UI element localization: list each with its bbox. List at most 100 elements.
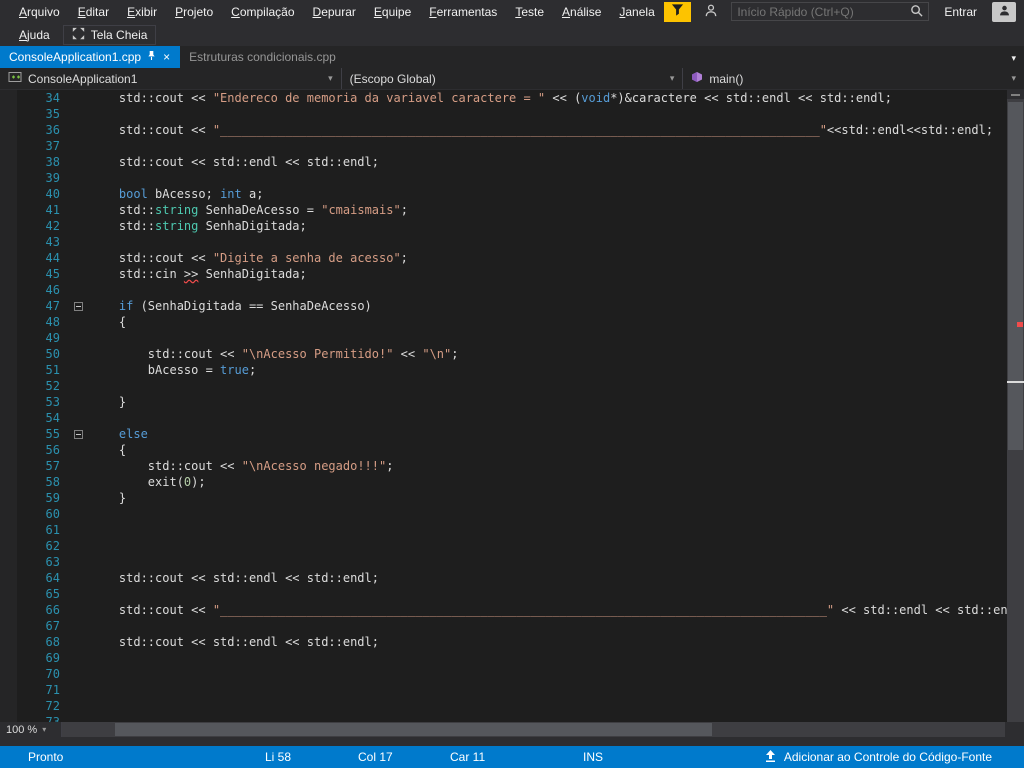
menu-item-analise[interactable]: Análise bbox=[553, 2, 610, 22]
fold-margin bbox=[66, 138, 90, 154]
code-line[interactable]: 45 std::cin >> SenhaDigitada; bbox=[0, 266, 1024, 282]
code-line[interactable]: 59 } bbox=[0, 490, 1024, 506]
fold-margin bbox=[66, 554, 90, 570]
menu-item-editar[interactable]: Editar bbox=[69, 2, 118, 22]
code-line[interactable]: 72 bbox=[0, 698, 1024, 714]
code-line[interactable]: 46 bbox=[0, 282, 1024, 298]
code-line[interactable]: 66 std::cout << "_______________________… bbox=[0, 602, 1024, 618]
line-number: 41 bbox=[0, 202, 66, 218]
code-line[interactable]: 64 std::cout << std::endl << std::endl; bbox=[0, 570, 1024, 586]
quick-launch-search[interactable] bbox=[731, 2, 929, 21]
line-number: 46 bbox=[0, 282, 66, 298]
code-line[interactable]: 67 bbox=[0, 618, 1024, 634]
code-line[interactable]: 37 bbox=[0, 138, 1024, 154]
code-line[interactable]: 69 bbox=[0, 650, 1024, 666]
code-text: std::cout << "Digite a senha de acesso"; bbox=[90, 250, 408, 266]
tab-overflow-chevron-icon[interactable]: ▾ bbox=[1011, 53, 1024, 68]
line-number: 34 bbox=[0, 90, 66, 106]
code-line[interactable]: 36 std::cout << "_______________________… bbox=[0, 122, 1024, 138]
code-line[interactable]: 44 std::cout << "Digite a senha de acess… bbox=[0, 250, 1024, 266]
feedback-button[interactable] bbox=[700, 2, 722, 22]
fold-margin bbox=[66, 202, 90, 218]
fold-collapse-icon[interactable] bbox=[74, 302, 83, 311]
horizontal-scrollbar-thumb[interactable] bbox=[115, 723, 712, 736]
code-line[interactable]: 43 bbox=[0, 234, 1024, 250]
line-number: 70 bbox=[0, 666, 66, 682]
code-line[interactable]: 73 bbox=[0, 714, 1024, 722]
menu-item-projeto[interactable]: Projeto bbox=[166, 2, 222, 22]
code-line[interactable]: 58 exit(0); bbox=[0, 474, 1024, 490]
menu-item-arquivo[interactable]: Arquivo bbox=[10, 2, 69, 22]
menu-item-janela[interactable]: Janela bbox=[610, 2, 663, 22]
user-avatar[interactable] bbox=[992, 2, 1016, 22]
menu-item-equipe[interactable]: Equipe bbox=[365, 2, 420, 22]
code-line[interactable]: 40 bool bAcesso; int a; bbox=[0, 186, 1024, 202]
code-line[interactable]: 34 std::cout << "Endereco de memoria da … bbox=[0, 90, 1024, 106]
fullscreen-button[interactable]: Tela Cheia bbox=[63, 25, 157, 45]
fold-margin bbox=[66, 682, 90, 698]
code-line[interactable]: 48 { bbox=[0, 314, 1024, 330]
menu-item-compilacao[interactable]: Compilação bbox=[222, 2, 303, 22]
scope-dropdown[interactable]: (Escopo Global) ▾ bbox=[341, 68, 683, 89]
notifications-filter-button[interactable] bbox=[664, 2, 691, 22]
tab-consoleapplication1-cpp[interactable]: ConsoleApplication1.cpp× bbox=[0, 46, 180, 68]
search-input[interactable] bbox=[737, 5, 906, 19]
code-line[interactable]: 62 bbox=[0, 538, 1024, 554]
menu-item-teste[interactable]: Teste bbox=[506, 2, 553, 22]
code-line[interactable]: 61 bbox=[0, 522, 1024, 538]
scope-dropdown-label: (Escopo Global) bbox=[350, 72, 436, 86]
code-editor[interactable]: 34 std::cout << "Endereco de memoria da … bbox=[0, 90, 1024, 722]
code-line[interactable]: 56 { bbox=[0, 442, 1024, 458]
fold-collapse-icon[interactable] bbox=[74, 430, 83, 439]
code-line[interactable]: 47 if (SenhaDigitada == SenhaDeAcesso) bbox=[0, 298, 1024, 314]
code-line[interactable]: 68 std::cout << std::endl << std::endl; bbox=[0, 634, 1024, 650]
code-line[interactable]: 35 bbox=[0, 106, 1024, 122]
code-line[interactable]: 60 bbox=[0, 506, 1024, 522]
code-line[interactable]: 38 std::cout << std::endl << std::endl; bbox=[0, 154, 1024, 170]
pin-icon[interactable] bbox=[147, 50, 156, 64]
fold-margin bbox=[66, 314, 90, 330]
sign-in-button[interactable]: Entrar bbox=[938, 5, 983, 19]
menu-item-depurar[interactable]: Depurar bbox=[304, 2, 365, 22]
project-dropdown[interactable]: ConsoleApplication1 ▾ bbox=[0, 68, 341, 89]
code-line[interactable]: 49 bbox=[0, 330, 1024, 346]
add-to-source-control-button[interactable]: Adicionar ao Controle do Código-Fonte bbox=[765, 746, 992, 768]
navigation-bar: ConsoleApplication1 ▾ (Escopo Global) ▾ … bbox=[0, 68, 1024, 90]
zoom-control[interactable]: 100 % ▾ bbox=[0, 722, 62, 737]
code-line[interactable]: 71 bbox=[0, 682, 1024, 698]
code-line[interactable]: 42 std::string SenhaDigitada; bbox=[0, 218, 1024, 234]
tabs-container: ConsoleApplication1.cpp×Estruturas condi… bbox=[0, 46, 345, 68]
zoom-value: 100 % bbox=[6, 724, 37, 736]
code-text: std::cout << "__________________________… bbox=[90, 122, 993, 138]
line-number: 39 bbox=[0, 170, 66, 186]
code-line[interactable]: 41 std::string SenhaDeAcesso = "cmaismai… bbox=[0, 202, 1024, 218]
code-line[interactable]: 65 bbox=[0, 586, 1024, 602]
close-icon[interactable]: × bbox=[162, 51, 171, 63]
code-line[interactable]: 52 bbox=[0, 378, 1024, 394]
line-number: 64 bbox=[0, 570, 66, 586]
code-line[interactable]: 39 bbox=[0, 170, 1024, 186]
code-line[interactable]: 50 std::cout << "\nAcesso Permitido!" <<… bbox=[0, 346, 1024, 362]
line-number: 44 bbox=[0, 250, 66, 266]
member-dropdown[interactable]: main() ▾ bbox=[682, 68, 1024, 89]
line-number: 52 bbox=[0, 378, 66, 394]
code-text: std::cout << std::endl << std::endl; bbox=[90, 634, 379, 650]
scrollbar-caret-marker bbox=[1007, 381, 1024, 383]
menu-item-ajuda[interactable]: Ajuda bbox=[10, 25, 59, 45]
fold-margin bbox=[66, 378, 90, 394]
code-line[interactable]: 53 } bbox=[0, 394, 1024, 410]
tab-estruturas-condicionais-cpp[interactable]: Estruturas condicionais.cpp bbox=[180, 46, 345, 68]
code-line[interactable]: 51 bAcesso = true; bbox=[0, 362, 1024, 378]
code-line[interactable]: 55 else bbox=[0, 426, 1024, 442]
vertical-scrollbar[interactable] bbox=[1007, 90, 1024, 722]
code-line[interactable]: 70 bbox=[0, 666, 1024, 682]
code-line[interactable]: 54 bbox=[0, 410, 1024, 426]
code-line[interactable]: 57 std::cout << "\nAcesso negado!!!"; bbox=[0, 458, 1024, 474]
code-line[interactable]: 63 bbox=[0, 554, 1024, 570]
code-lines: 34 std::cout << "Endereco de memoria da … bbox=[0, 90, 1024, 722]
menu-item-ferramentas[interactable]: Ferramentas bbox=[420, 2, 506, 22]
horizontal-scrollbar[interactable] bbox=[62, 722, 1005, 737]
menu-item-exibir[interactable]: Exibir bbox=[118, 2, 166, 22]
editor-split-handle[interactable] bbox=[1007, 90, 1024, 99]
vertical-scrollbar-thumb[interactable] bbox=[1008, 102, 1023, 450]
